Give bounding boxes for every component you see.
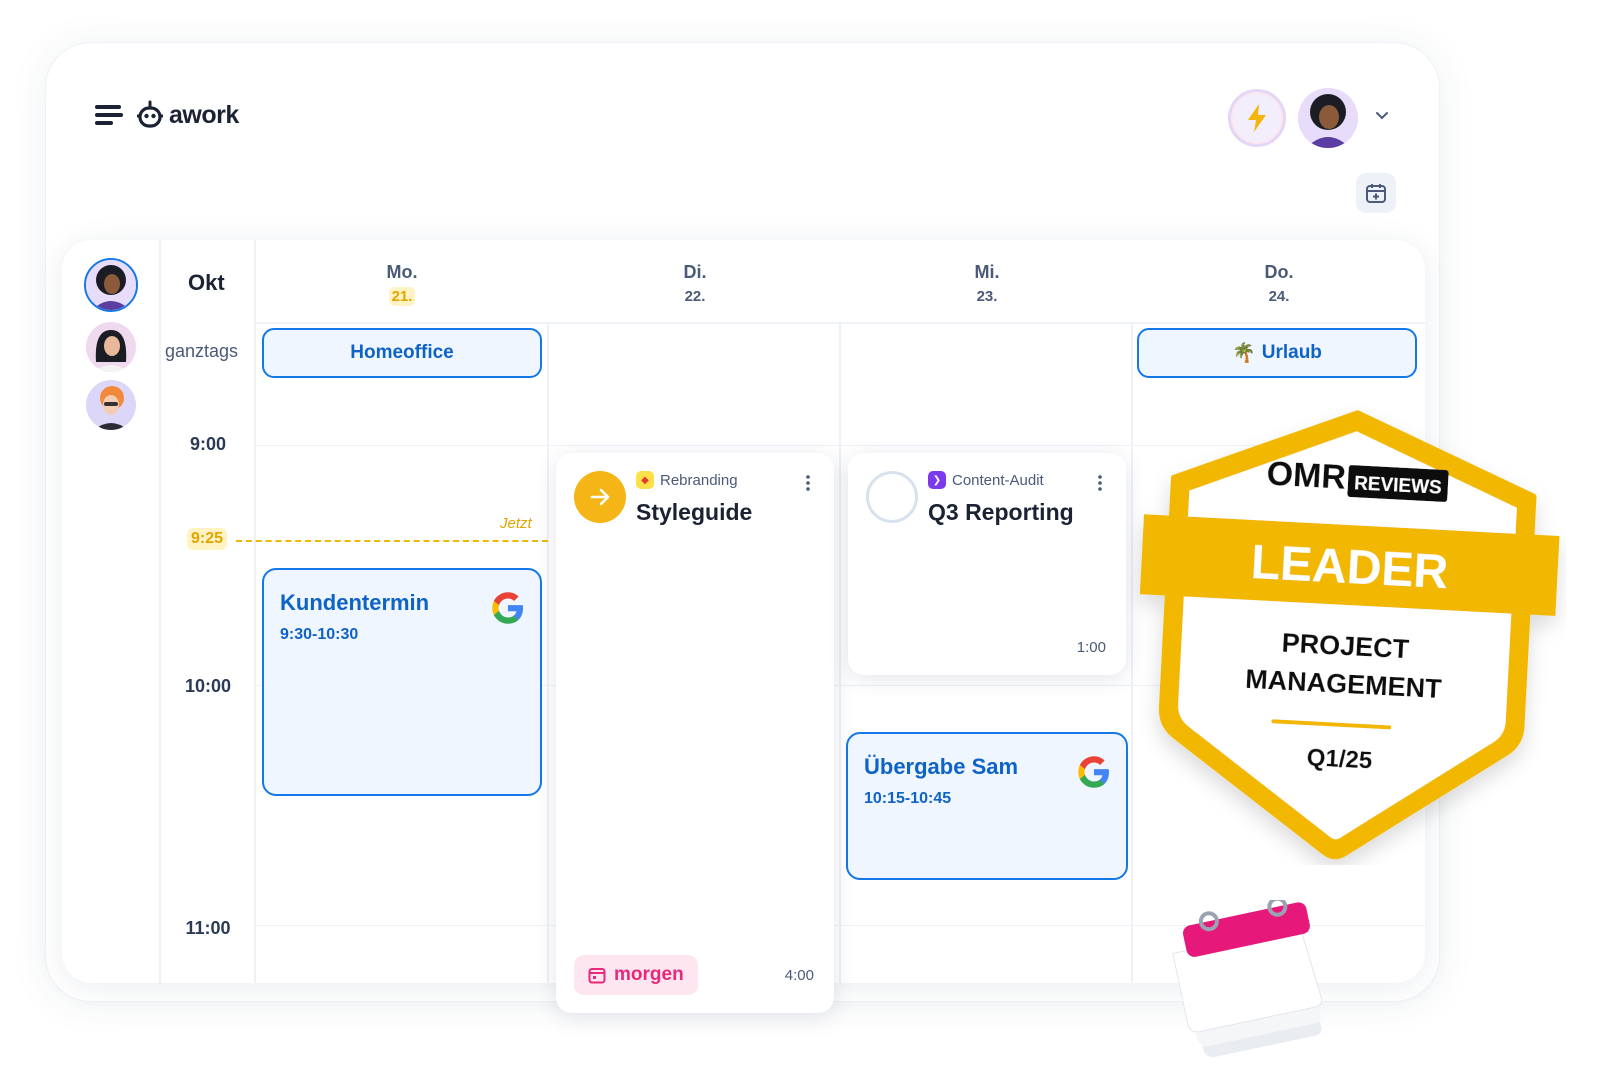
logo: awork bbox=[137, 100, 239, 130]
palm-tree-icon: 🌴 bbox=[1232, 343, 1256, 364]
allday-event-title: Homeoffice bbox=[350, 342, 454, 363]
user-avatar[interactable] bbox=[1298, 88, 1358, 148]
team-avatar-2[interactable] bbox=[86, 322, 136, 372]
day-number: 24. bbox=[1268, 288, 1290, 305]
allday-event-urlaub[interactable]: 🌴 Urlaub bbox=[1137, 328, 1417, 378]
task-title: Q3 Reporting bbox=[928, 499, 1074, 525]
column-divider bbox=[254, 240, 256, 983]
person-avatar-icon bbox=[86, 260, 136, 310]
current-time-line bbox=[236, 540, 548, 542]
time-label: 10:00 bbox=[184, 676, 232, 696]
day-name: Di. bbox=[683, 262, 707, 282]
allday-event-homeoffice[interactable]: Homeoffice bbox=[262, 328, 542, 378]
add-calendar-button[interactable] bbox=[1356, 173, 1396, 213]
more-options-icon[interactable] bbox=[1098, 475, 1102, 491]
bolt-glyph-icon bbox=[1248, 104, 1266, 132]
project-name: Content-Audit bbox=[952, 471, 1044, 489]
day-header-thu[interactable]: Do. 24. bbox=[1239, 262, 1319, 306]
person-avatar-icon bbox=[86, 380, 136, 430]
badge-ribbon: LEADER bbox=[1250, 536, 1450, 599]
day-number-today: 21. bbox=[388, 287, 416, 306]
allday-label: ganztags bbox=[165, 341, 239, 361]
task-project[interactable]: ◆ Rebranding bbox=[636, 471, 738, 489]
event-uebergabe-sam[interactable]: Übergabe Sam 10:15-10:45 bbox=[846, 732, 1128, 880]
column-divider bbox=[159, 240, 161, 983]
chevron-down-icon[interactable] bbox=[1374, 108, 1390, 124]
event-kundentermin[interactable]: Kundentermin 9:30-10:30 bbox=[262, 568, 542, 796]
day-number: 23. bbox=[976, 288, 998, 305]
due-date-label: morgen bbox=[614, 964, 684, 985]
allday-event-title: Urlaub bbox=[1261, 342, 1322, 363]
project-name: Rebranding bbox=[660, 471, 738, 489]
more-options-icon[interactable] bbox=[806, 475, 810, 491]
calendar-icon bbox=[588, 968, 606, 984]
task-card-q3-reporting[interactable]: ❯ Content-Audit Q3 Reporting 1:00 bbox=[848, 453, 1126, 675]
due-date-badge[interactable]: morgen bbox=[574, 955, 698, 995]
calendar-plus-icon bbox=[1366, 184, 1386, 203]
event-title: Kundentermin bbox=[280, 590, 430, 615]
column-divider bbox=[547, 322, 549, 983]
day-number: 22. bbox=[684, 288, 706, 305]
now-label: Jetzt bbox=[500, 515, 532, 532]
team-avatar-1[interactable] bbox=[84, 258, 138, 312]
task-duration: 4:00 bbox=[784, 967, 814, 984]
task-duration: 1:00 bbox=[1076, 639, 1106, 656]
event-time: 9:30-10:30 bbox=[280, 626, 359, 643]
omr-leader-badge: OMR REVIEWS LEADER PROJECT MANAGEMENT Q1… bbox=[1139, 410, 1560, 860]
google-icon bbox=[492, 592, 523, 624]
menu-icon[interactable] bbox=[95, 105, 123, 127]
day-name: Mi. bbox=[974, 262, 1000, 282]
task-card-styleguide[interactable]: ◆ Rebranding Styleguide morgen 4:00 bbox=[556, 453, 834, 1013]
google-icon bbox=[1078, 756, 1109, 788]
person-avatar-icon bbox=[86, 322, 136, 372]
badge-period: Q1/25 bbox=[1306, 744, 1373, 774]
day-name: Mo. bbox=[386, 262, 418, 282]
day-name: Do. bbox=[1264, 262, 1294, 282]
event-title: Übergabe Sam bbox=[864, 754, 1019, 779]
day-header-mon[interactable]: Mo. 21. bbox=[362, 262, 442, 306]
project-rebranding-icon: ◆ bbox=[636, 471, 654, 489]
header-divider bbox=[254, 322, 1425, 324]
project-content-audit-icon: ❯ bbox=[928, 471, 946, 489]
desk-calendar-icon bbox=[1172, 900, 1322, 1058]
time-label: 9:00 bbox=[189, 434, 227, 454]
app-name: awork bbox=[169, 100, 239, 129]
person-avatar-icon bbox=[1298, 88, 1358, 148]
lightning-bolt-icon[interactable] bbox=[1228, 89, 1286, 147]
task-project[interactable]: ❯ Content-Audit bbox=[928, 471, 1044, 489]
task-start-button[interactable] bbox=[574, 471, 626, 523]
day-header-wed[interactable]: Mi. 23. bbox=[947, 262, 1027, 306]
arrow-right-icon bbox=[590, 488, 610, 506]
day-header-tue[interactable]: Di. 22. bbox=[655, 262, 735, 306]
current-time: 9:25 bbox=[187, 528, 228, 550]
awork-robot-icon bbox=[137, 100, 163, 128]
event-time: 10:15-10:45 bbox=[864, 790, 952, 807]
team-avatar-3[interactable] bbox=[86, 380, 136, 430]
badge-brand: OMR bbox=[1266, 455, 1347, 497]
task-title: Styleguide bbox=[636, 499, 753, 525]
column-divider bbox=[839, 322, 841, 983]
month-label: Okt bbox=[188, 270, 225, 295]
time-label: 11:00 bbox=[185, 918, 231, 938]
task-checkbox[interactable] bbox=[866, 471, 918, 523]
